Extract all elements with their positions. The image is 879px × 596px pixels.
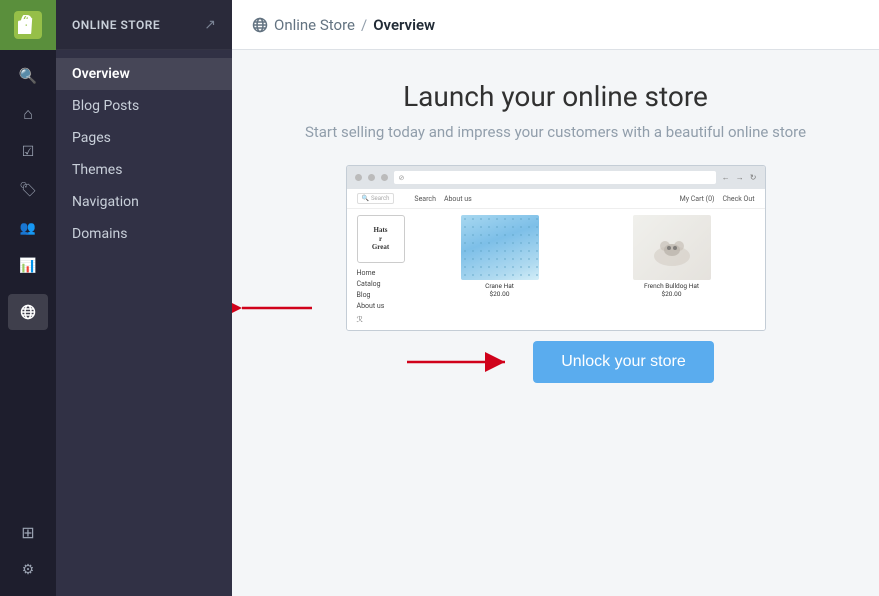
sidebar-item-overview[interactable]: Overview (56, 58, 232, 90)
preview-nav-home: Home (357, 268, 407, 278)
chrome-refresh: ↻ (750, 173, 757, 182)
home-nav-icon[interactable]: ⌂ (8, 96, 48, 132)
sidebar-item-domains[interactable]: Domains (56, 218, 232, 250)
preview-social-icon: ℛ (357, 315, 407, 324)
main-content: Online Store / Overview Launch your onli… (232, 0, 879, 596)
page-area: Launch your online store Start selling t… (232, 50, 879, 596)
preview-product-2: French Bulldog Hat $20.00 (589, 215, 755, 298)
preview-product-1: Crane Hat $20.00 (417, 215, 583, 298)
preview-store-logo: HatsrGreat (357, 215, 405, 263)
bulldog-hat-svg (647, 228, 697, 268)
unlock-store-button[interactable]: Unlock your store (533, 341, 714, 383)
bottom-action-area: Unlock your store (397, 341, 714, 383)
preview-search-icon: 🔍 (362, 195, 369, 202)
shopify-logo-area[interactable] (0, 0, 56, 50)
shopify-logo (14, 11, 42, 39)
left-arrow (232, 293, 322, 323)
breadcrumb-section: Online Store (274, 16, 355, 34)
sidebar-header: ONLINE STORE ↗ (56, 0, 232, 50)
topbar: Online Store / Overview (232, 0, 879, 50)
preview-header-cart: My Cart (0) Check Out (680, 195, 755, 203)
analytics-nav-icon[interactable]: 📊 (8, 248, 48, 284)
page-title: Launch your online store (403, 80, 708, 113)
preview-product-1-image (461, 215, 539, 280)
preview-products-grid: Crane Hat $20.00 (417, 215, 755, 324)
preview-product-2-price: $20.00 (662, 290, 682, 298)
preview-content-row: HatsrGreat Home Catalog Blog About us ℛ (347, 209, 765, 330)
sidebar-item-navigation[interactable]: Navigation (56, 186, 232, 218)
chrome-dot-3 (381, 174, 388, 181)
store-preview-frame: ⊘ ← → ↻ 🔍 Search Search (346, 165, 766, 331)
breadcrumb-current: Overview (373, 16, 435, 34)
preview-left-nav: Home Catalog Blog About us (357, 268, 407, 311)
preview-nav-search: Search (414, 195, 436, 203)
preview-product-2-name: French Bulldog Hat (644, 282, 699, 290)
chrome-nav-back: ← (722, 173, 730, 182)
sidebar-header-text: ONLINE STORE (72, 18, 204, 32)
preview-nav-blog: Blog (357, 290, 407, 300)
sidebar-item-themes[interactable]: Themes (56, 154, 232, 186)
preview-search-label: Search (371, 195, 389, 202)
preview-left-col: HatsrGreat Home Catalog Blog About us ℛ (357, 215, 407, 324)
preview-product-1-price: $20.00 (490, 290, 510, 298)
products-nav-icon[interactable]: 🏷 (8, 172, 48, 208)
external-link-icon[interactable]: ↗ (204, 17, 216, 33)
preview-address-bar: ⊘ (394, 171, 716, 184)
preview-inner: 🔍 Search Search About us My Cart (0) Che… (347, 189, 765, 330)
breadcrumb-separator: / (361, 16, 367, 34)
customers-nav-icon[interactable]: 👥 (8, 210, 48, 246)
preview-cart-text: My Cart (0) (680, 195, 715, 203)
address-bar-text: ⊘ (399, 174, 405, 182)
online-store-nav-icon[interactable] (8, 294, 48, 330)
preview-nav-catalog: Catalog (357, 279, 407, 289)
right-arrow (397, 347, 517, 377)
preview-nav-about: About us (444, 195, 472, 203)
sidebar-item-blog-posts[interactable]: Blog Posts (56, 90, 232, 122)
settings-nav-icon[interactable]: ⚙ (8, 552, 48, 588)
breadcrumb-globe-icon (252, 17, 268, 33)
sidebar-item-pages[interactable]: Pages (56, 122, 232, 154)
preview-chrome-bar: ⊘ ← → ↻ (347, 166, 765, 189)
preview-search-box: 🔍 Search (357, 193, 395, 204)
sidebar-nav: Overview Blog Posts Pages Themes Navigat… (56, 50, 232, 258)
preview-product-1-name: Crane Hat (485, 282, 514, 290)
chrome-nav-forward: → (736, 173, 744, 182)
chrome-dot-2 (368, 174, 375, 181)
search-nav-icon[interactable]: 🔍 (8, 58, 48, 94)
preview-store-header: 🔍 Search Search About us My Cart (0) Che… (347, 189, 765, 209)
icon-bar: 🔍 ⌂ ☑ 🏷 👥 📊 ⊞ ⚙ (0, 0, 56, 596)
preview-product-2-image (633, 215, 711, 280)
apps-nav-icon[interactable]: ⊞ (8, 514, 48, 550)
preview-nav-about-us: About us (357, 301, 407, 311)
icon-bar-navigation: 🔍 ⌂ ☑ 🏷 👥 📊 ⊞ ⚙ (8, 50, 48, 596)
page-subtitle: Start selling today and impress your cus… (305, 123, 806, 141)
preview-header-links: Search About us (414, 195, 471, 203)
sidebar: ONLINE STORE ↗ Overview Blog Posts Pages… (56, 0, 232, 596)
breadcrumb: Online Store / Overview (252, 16, 435, 34)
orders-nav-icon[interactable]: ☑ (8, 134, 48, 170)
chrome-buttons: ← → ↻ (722, 173, 757, 182)
chrome-dot-1 (355, 174, 362, 181)
preview-checkout-text: Check Out (722, 195, 754, 203)
